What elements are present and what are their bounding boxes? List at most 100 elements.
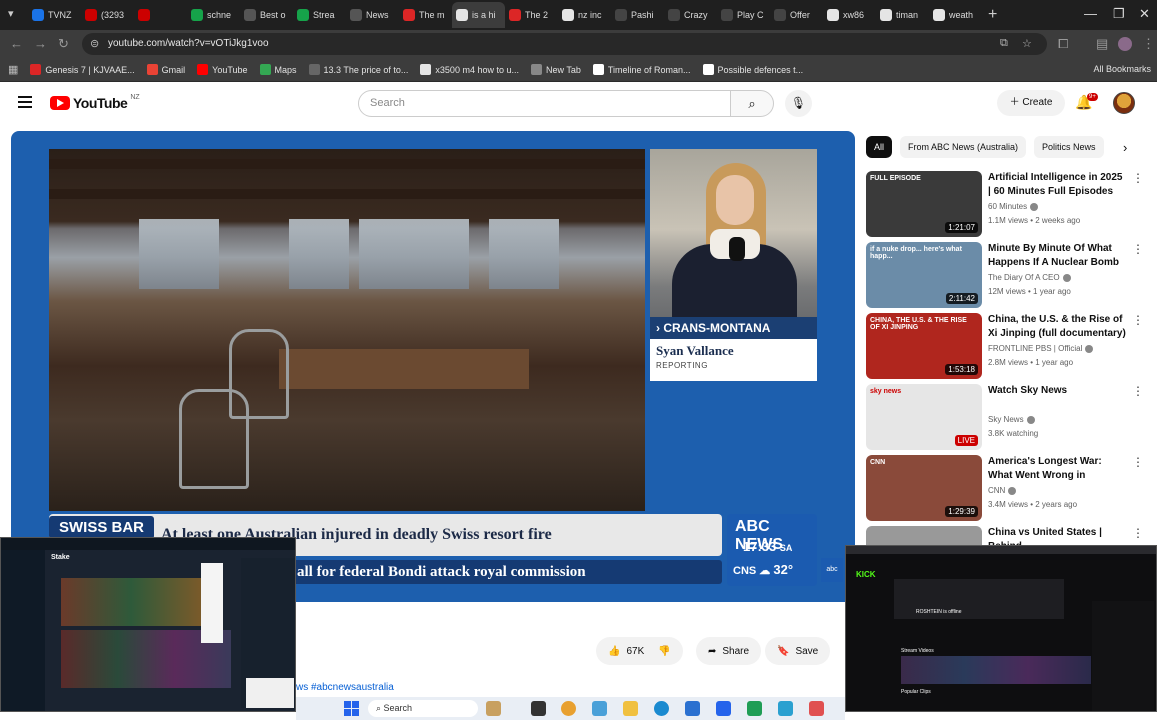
video-title[interactable]: Minute By Minute Of What Happens If A Nu… xyxy=(988,242,1128,270)
browser-tab[interactable]: timan xyxy=(876,2,929,28)
install-icon[interactable]: ⧉ xyxy=(1000,37,1008,50)
channel-name[interactable]: CNN xyxy=(988,486,1017,495)
video-thumbnail[interactable]: FULL EPISODE 1:21:07 xyxy=(866,171,982,237)
maximize-icon[interactable]: ❐ xyxy=(1113,6,1125,22)
profile-avatar[interactable] xyxy=(1118,37,1132,51)
messenger-icon[interactable] xyxy=(778,701,793,716)
notification-app-icon[interactable] xyxy=(809,701,824,716)
new-tab-button[interactable]: + xyxy=(988,6,997,24)
taskbar-search[interactable]: ⌕ Search xyxy=(368,700,478,717)
filter-chip[interactable]: All xyxy=(866,136,893,158)
search-button[interactable]: ⌕ xyxy=(730,90,774,117)
recommended-video[interactable]: if a nuke drop... here's what happ... 2:1… xyxy=(866,242,1148,308)
app-icon[interactable] xyxy=(592,701,607,716)
filter-chip[interactable]: Politics News xyxy=(1034,136,1104,158)
bookmark-item[interactable]: Timeline of Roman... xyxy=(592,64,691,75)
windows-start-icon[interactable] xyxy=(344,701,359,716)
reload-icon[interactable]: ↻ xyxy=(58,36,69,52)
like-button[interactable]: 👍 67K 👎 xyxy=(596,637,683,665)
chrome-icon[interactable] xyxy=(561,701,576,716)
browser-tab[interactable]: nz inc xyxy=(558,2,611,28)
more-options-icon[interactable]: ⋮ xyxy=(1132,242,1144,256)
close-window-icon[interactable]: ✕ xyxy=(1139,6,1150,22)
bookmark-item[interactable]: x3500 m4 how to u... xyxy=(420,64,519,75)
description-hashtags[interactable]: ws #abcnewsaustralia xyxy=(296,682,394,693)
browser-tab[interactable]: schne xyxy=(187,2,240,28)
video-title[interactable]: China, the U.S. & the Rise of Xi Jinping… xyxy=(988,313,1128,341)
file-explorer-icon[interactable] xyxy=(623,701,638,716)
save-button[interactable]: 🔖 Save xyxy=(765,637,831,665)
video-thumbnail[interactable]: CNN 1:29:39 xyxy=(866,455,982,521)
browser-tab[interactable]: Play C xyxy=(717,2,770,28)
apps-icon[interactable]: ▦ xyxy=(8,63,18,76)
video-title[interactable]: Artificial Intelligence in 2025 | 60 Min… xyxy=(988,171,1128,199)
browser-tab[interactable]: xw86 xyxy=(823,2,876,28)
thumbs-down-icon[interactable]: 👎 xyxy=(658,646,670,657)
more-options-icon[interactable]: ⋮ xyxy=(1132,171,1144,185)
browser-tab[interactable]: The 2 xyxy=(505,2,558,28)
widgets-icon[interactable] xyxy=(486,701,501,716)
video-title[interactable]: Watch Sky News xyxy=(988,384,1128,398)
account-avatar[interactable] xyxy=(1113,92,1135,114)
bookmark-item[interactable]: YouTube xyxy=(197,64,248,75)
channel-name[interactable]: FRONTLINE PBS | Official xyxy=(988,344,1094,353)
browser-tab[interactable]: News xyxy=(346,2,399,28)
chevron-right-icon[interactable]: › xyxy=(1123,140,1127,155)
search-input[interactable]: Search xyxy=(358,90,731,117)
more-options-icon[interactable]: ⋮ xyxy=(1132,526,1144,540)
app-icon-2[interactable] xyxy=(747,701,762,716)
create-button[interactable]: ＋ Create xyxy=(997,90,1065,116)
voice-search-icon[interactable]: 🎙 xyxy=(785,90,812,117)
video-thumbnail[interactable]: sky news LIVE xyxy=(866,384,982,450)
edge-icon[interactable] xyxy=(654,701,669,716)
recommended-video[interactable]: sky news LIVE Watch Sky News Sky News 3.8K w… xyxy=(866,384,1148,450)
back-icon[interactable]: ← xyxy=(10,36,23,51)
bookmark-item[interactable]: 13.3 The price of to... xyxy=(308,64,408,75)
more-options-icon[interactable]: ⋮ xyxy=(1132,455,1144,469)
browser-tab[interactable]: The m xyxy=(399,2,452,28)
address-bar[interactable]: ⊜ youtube.com/watch?v=vOTiJkg1voo ⧉ ☆ xyxy=(82,33,1047,55)
video-thumbnail[interactable]: if a nuke drop... here's what happ... 2:1… xyxy=(866,242,982,308)
bookmark-item[interactable]: Maps xyxy=(259,64,297,75)
browser-tab[interactable]: Strea xyxy=(293,2,346,28)
store-icon[interactable] xyxy=(716,701,731,716)
minimize-icon[interactable]: — xyxy=(1084,6,1097,21)
mail-icon[interactable] xyxy=(685,701,700,716)
extensions-icon[interactable]: ⧠ xyxy=(1058,36,1068,52)
sidebar-icon[interactable]: ▤ xyxy=(1096,36,1108,52)
bookmark-item[interactable]: Genesis 7 | KJVAAE... xyxy=(30,64,135,75)
video-player[interactable]: › CRANS-MONTANA Syan Vallance REPORTING … xyxy=(11,131,855,602)
forward-icon[interactable]: → xyxy=(34,36,47,51)
channel-name[interactable]: Sky News xyxy=(988,415,1035,424)
channel-name[interactable]: 60 Minutes xyxy=(988,202,1039,211)
browser-tab[interactable]: Pashi xyxy=(611,2,664,28)
more-options-icon[interactable]: ⋮ xyxy=(1132,384,1144,398)
browser-tab[interactable]: Crazy xyxy=(664,2,717,28)
menu-icon[interactable] xyxy=(18,96,32,108)
browser-tab[interactable]: weath xyxy=(929,2,982,28)
browser-tab[interactable]: is a hi xyxy=(452,2,505,28)
browser-tab[interactable]: Offer xyxy=(770,2,823,28)
recommended-video[interactable]: FULL EPISODE 1:21:07 Artificial Intelligen… xyxy=(866,171,1148,237)
browser-tab[interactable]: (3293 xyxy=(81,2,134,28)
recommended-video[interactable]: CHINA, THE U.S. & THE RISE OF XI JINPING… xyxy=(866,313,1148,379)
all-bookmarks-link[interactable]: All Bookmarks xyxy=(1093,64,1151,74)
bookmark-item[interactable]: Gmail xyxy=(146,64,185,75)
more-options-icon[interactable]: ⋮ xyxy=(1132,313,1144,327)
share-button[interactable]: ➦ Share xyxy=(696,637,762,665)
youtube-logo[interactable]: YouTube NZ xyxy=(50,94,140,111)
task-view-icon[interactable] xyxy=(531,701,546,716)
tab-search-icon[interactable]: ▾ xyxy=(8,7,24,23)
chrome-menu-icon[interactable]: ⋮ xyxy=(1142,36,1155,52)
recommended-video[interactable]: CNN 1:29:39 America's Longest War: What We… xyxy=(866,455,1148,521)
stream-overlay-window[interactable]: KICK ROSHTEIN is offline Stream Videos P… xyxy=(845,545,1157,712)
video-thumbnail[interactable]: CHINA, THE U.S. & THE RISE OF XI JINPING… xyxy=(866,313,982,379)
bookmark-item[interactable]: New Tab xyxy=(530,64,581,75)
browser-tab[interactable]: TVNZ xyxy=(28,2,81,28)
browser-tab[interactable]: Best o xyxy=(240,2,293,28)
channel-name[interactable]: The Diary Of A CEO xyxy=(988,273,1071,282)
bookmark-item[interactable]: Possible defences t... xyxy=(702,64,803,75)
bookmark-star-icon[interactable]: ☆ xyxy=(1022,37,1032,50)
browser-tab[interactable] xyxy=(134,2,187,28)
video-title[interactable]: America's Longest War: What Went Wrong i… xyxy=(988,455,1128,483)
